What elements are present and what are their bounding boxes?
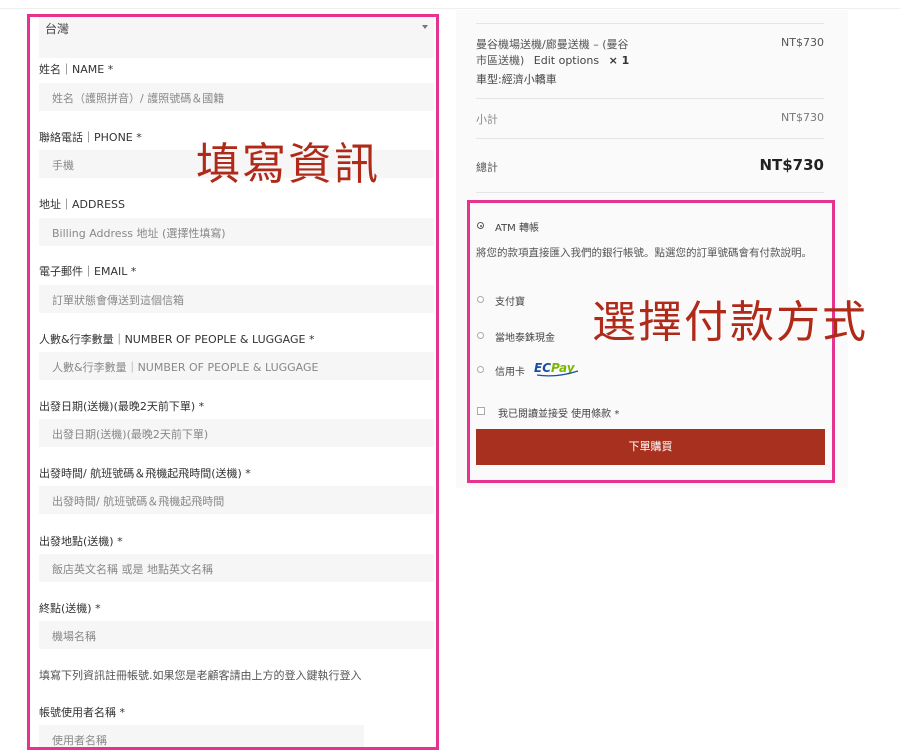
ecpay-logo-icon: ECPay [534,361,579,377]
item-name-line1: 曼谷機場送機/廊曼送機 – (曼谷 [476,38,629,51]
atm-radio[interactable] [477,222,484,229]
top-divider [0,8,900,9]
thai-cash-radio[interactable] [477,332,484,339]
atm-label: ATM 轉帳 [495,223,539,234]
register-note: 填寫下列資訊註冊帳號.如果您是老顧客請由上方的登入鍵執行登入 [39,669,362,682]
total-label: 總計 [476,161,498,174]
vehicle-type: 車型:經濟小轎車 [476,73,557,86]
name-label: 姓名｜NAME * [39,63,114,76]
terms-label: 我已閱讀並接受 使用條款 * [498,409,620,420]
terms-checkbox[interactable] [477,407,485,415]
alipay-label: 支付寶 [495,297,525,308]
billing-form-highlight: 台灣 姓名｜NAME * 姓名（護照拼音）/ 護照號碼＆國籍 聯絡電話｜PHON… [27,14,439,750]
alipay-radio[interactable] [477,296,484,303]
place-order-button[interactable]: 下單購買 [476,429,825,465]
address-input[interactable]: Billing Address 地址 (選擇性填寫) [39,218,434,246]
departure-date-label: 出發日期(送機)(最晚2天前下單) * [39,400,205,413]
summary-divider [476,192,824,193]
destination-label: 終點(送機) * [39,602,101,615]
chevron-down-icon [422,25,428,29]
item-price: NT$730 [781,36,824,49]
summary-divider [476,138,824,139]
total-value: NT$730 [759,156,824,174]
atm-description: 將您的款項直接匯入我們的銀行帳號。點選您的訂單號碼會有付款說明。 [476,247,812,259]
departure-date-input[interactable]: 出發日期(送機)(最晚2天前下單) [39,419,434,447]
country-value: 台灣 [45,22,70,36]
email-label: 電子郵件｜EMAIL * [39,265,137,278]
email-input[interactable]: 訂單狀態會傳送到這個信箱 [39,285,434,313]
subtotal-value: NT$730 [781,111,824,124]
pickup-location-input[interactable]: 飯店英文名稱 或是 地點英文名稱 [39,554,434,582]
credit-card-radio[interactable] [477,366,484,373]
phone-label: 聯絡電話｜PHONE * [39,131,142,144]
country-select[interactable]: 台灣 [39,17,434,58]
pickup-location-label: 出發地點(送機) * [39,535,123,548]
people-luggage-label: 人數&行李數量｜NUMBER OF PEOPLE & LUGGAGE * [39,333,315,346]
ecpay-logo-ec: EC [534,361,551,375]
summary-divider [476,23,824,24]
subtotal-label: 小計 [476,113,498,126]
fill-info-annotation: 填寫資訊 [196,139,380,190]
departure-time-label: 出發時間/ 航班號碼＆飛機起飛時間(送機) * [39,467,251,480]
people-luggage-input[interactable]: 人數&行李數量｜NUMBER OF PEOPLE & LUGGAGE [39,352,434,380]
item-name: 曼谷機場送機/廊曼送機 – (曼谷 [476,36,629,52]
item-quantity: × 1 [608,54,630,67]
edit-options-link[interactable]: Edit options [534,54,599,67]
departure-time-input[interactable]: 出發時間/ 航班號碼＆飛機起飛時間 [39,486,434,514]
thai-cash-label: 當地泰銖現金 [495,333,555,344]
address-label: 地址｜ADDRESS [39,198,126,211]
choose-payment-annotation: 選擇付款方式 [592,297,868,348]
item-name-line2: 市區送機) [476,54,525,67]
summary-divider [476,98,824,99]
destination-input[interactable]: 機場名稱 [39,621,434,649]
username-input[interactable]: 使用者名稱 [39,725,364,747]
credit-card-label: 信用卡 [495,367,525,378]
username-label: 帳號使用者名稱 * [39,706,125,719]
name-input[interactable]: 姓名（護照拼音）/ 護照號碼＆國籍 [39,83,434,111]
item-name-line2-row: 市區送機) Edit options × 1 [476,52,629,68]
